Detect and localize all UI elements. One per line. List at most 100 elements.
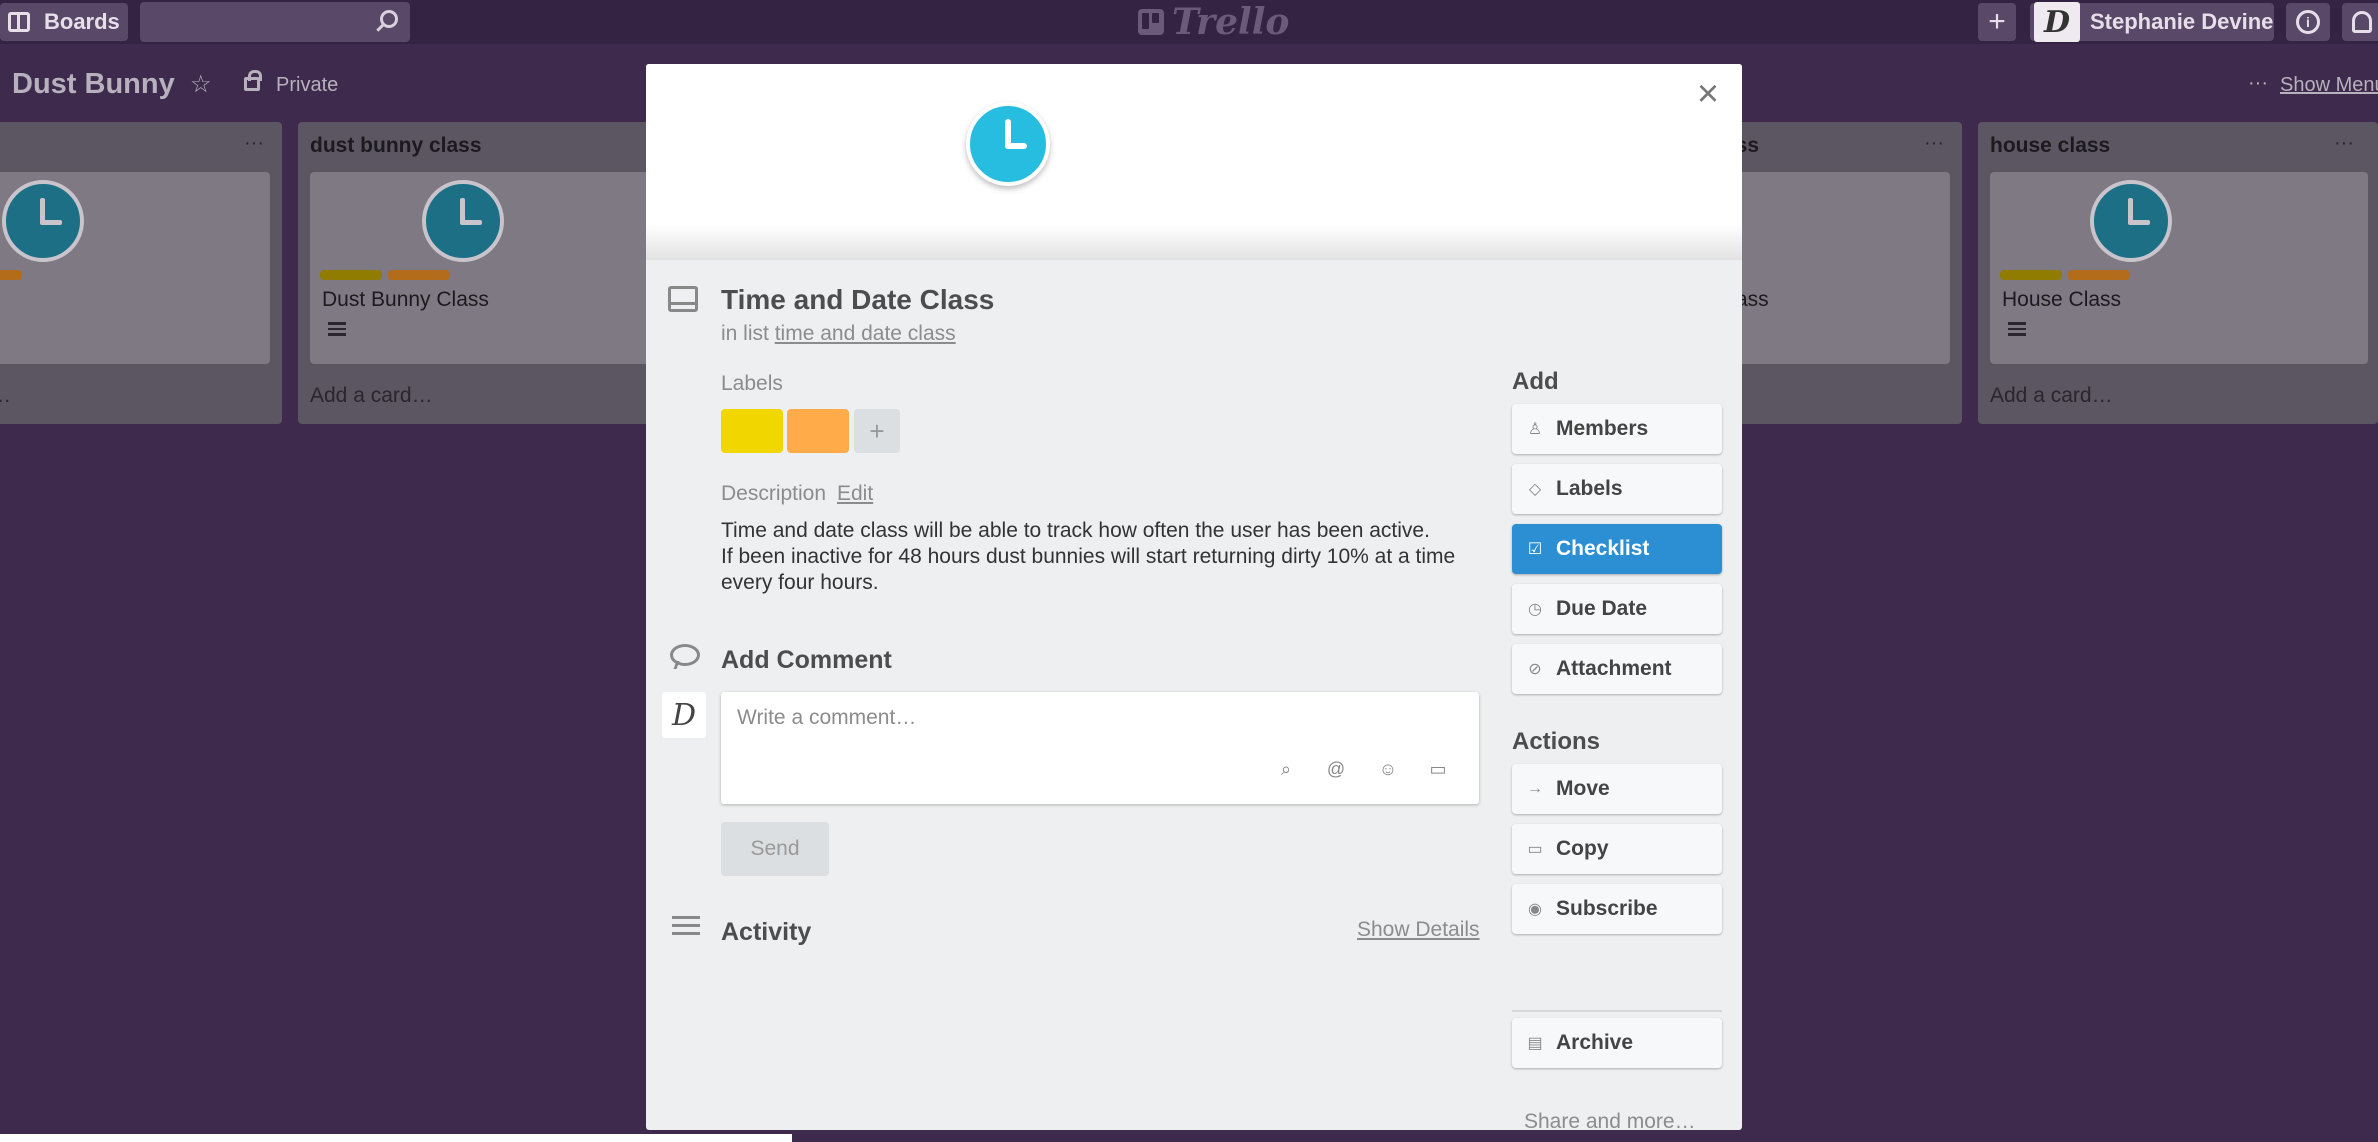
activity-heading: Activity xyxy=(721,918,812,946)
list-card[interactable]: Dust Bunny Class xyxy=(310,172,660,364)
due-date-button[interactable]: ◷ Due Date xyxy=(1512,584,1722,634)
add-label-button[interactable]: + xyxy=(854,409,900,453)
archive-label: Archive xyxy=(1556,1031,1634,1054)
labels-label: Labels xyxy=(1556,477,1623,500)
plus-icon: + xyxy=(1988,5,2006,38)
lock-icon xyxy=(244,70,262,91)
label-chip xyxy=(2000,270,2062,280)
card-cover xyxy=(646,64,1742,260)
list: dust bunny class Dust Bunny Class Add a … xyxy=(298,122,660,424)
card-title[interactable]: Time and Date Class xyxy=(721,284,994,316)
info-icon: i xyxy=(2296,10,2320,34)
mention-icon[interactable]: @ xyxy=(1325,758,1347,780)
list-card[interactable]: ass xyxy=(1712,172,1950,364)
trello-logo[interactable]: Trello xyxy=(1138,1,1290,43)
arrow-right-icon: → xyxy=(1527,780,1543,797)
subscribe-label: Subscribe xyxy=(1556,897,1658,920)
trello-logo-icon xyxy=(1138,9,1164,35)
search-icon[interactable] xyxy=(380,10,398,28)
checkbox-icon: ☑ xyxy=(1527,541,1543,558)
close-button[interactable]: × xyxy=(1686,72,1730,116)
add-heading: Add xyxy=(1512,368,1559,395)
clock-icon xyxy=(2090,180,2172,262)
attachment-icon[interactable]: ⌕ xyxy=(1275,758,1297,780)
edit-description-link[interactable]: Edit xyxy=(837,482,873,506)
description-icon xyxy=(2008,322,2026,336)
label-yellow[interactable] xyxy=(721,409,783,453)
add-comment-heading: Add Comment xyxy=(721,646,892,674)
info-button[interactable]: i xyxy=(2286,3,2330,41)
list-link[interactable]: time and date class xyxy=(775,322,956,345)
description-icon xyxy=(328,322,346,336)
card-title: Dust Bunny Class xyxy=(322,288,489,311)
star-icon[interactable]: ☆ xyxy=(190,70,212,99)
checklist-label: Checklist xyxy=(1556,537,1650,560)
label-orange[interactable] xyxy=(787,409,849,453)
attachment-button[interactable]: ⊘ Attachment xyxy=(1512,644,1722,694)
description-line: Time and date class will be able to trac… xyxy=(721,519,1430,542)
list-title[interactable]: dust bunny class xyxy=(310,134,482,158)
comment-input[interactable]: Write a comment… ⌕ @ ☺ ▭ xyxy=(721,692,1479,804)
copy-icon: ▭ xyxy=(1527,841,1543,858)
copy-button[interactable]: ▭ Copy xyxy=(1512,824,1722,874)
add-card-link[interactable]: Add a card… xyxy=(1990,384,2113,408)
label-chip xyxy=(320,270,382,280)
show-details-link[interactable]: Show Details xyxy=(1357,918,1480,942)
send-button[interactable]: Send xyxy=(721,822,829,876)
clock-icon xyxy=(422,180,504,262)
description-text[interactable]: Time and date class will be able to trac… xyxy=(721,518,1481,596)
comment-icon xyxy=(670,644,700,666)
create-button[interactable]: + xyxy=(1978,3,2016,41)
archive-button[interactable]: ▤ Archive xyxy=(1512,1018,1722,1068)
boards-icon xyxy=(8,12,30,32)
boards-label: Boards xyxy=(44,9,120,34)
description-heading: Description xyxy=(721,482,827,505)
board-menu-dots-icon[interactable]: ··· xyxy=(2248,72,2268,95)
list-menu-icon[interactable]: ··· xyxy=(244,132,264,155)
card-link-icon[interactable]: ▭ xyxy=(1427,758,1449,780)
list-menu-icon[interactable]: ··· xyxy=(2334,132,2354,155)
list-menu-icon[interactable]: ··· xyxy=(1924,132,1944,155)
clock-icon xyxy=(2,180,84,262)
board-title[interactable]: Dust Bunny xyxy=(12,68,175,101)
clock-icon xyxy=(966,102,1050,186)
share-and-more-link[interactable]: Share and more… xyxy=(1524,1110,1696,1130)
comment-placeholder: Write a comment… xyxy=(737,706,917,729)
top-bar: Boards Trello + D Stephanie Devine i xyxy=(0,0,2378,44)
description-line: If been inactive for 48 hours dust bunni… xyxy=(721,545,1456,594)
privacy-button[interactable]: Private xyxy=(276,74,338,97)
label-chip xyxy=(388,270,450,280)
list-card[interactable] xyxy=(0,172,270,364)
due-date-label: Due Date xyxy=(1556,597,1648,620)
labels-button[interactable]: ◇ Labels xyxy=(1512,464,1722,514)
emoji-icon[interactable]: ☺ xyxy=(1377,758,1399,780)
members-label: Members xyxy=(1556,417,1649,440)
checklist-button[interactable]: ☑ Checklist xyxy=(1512,524,1722,574)
labels-heading: Labels xyxy=(721,372,783,395)
divider xyxy=(1512,1010,1722,1012)
list-card[interactable]: House Class xyxy=(1990,172,2368,364)
user-menu-button[interactable]: D Stephanie Devine xyxy=(2030,2,2274,42)
copy-label: Copy xyxy=(1556,837,1609,860)
notifications-button[interactable] xyxy=(2342,3,2378,41)
person-icon: ♙ xyxy=(1527,421,1543,438)
show-menu-link[interactable]: Show Menu xyxy=(2280,74,2378,97)
bell-icon xyxy=(2352,11,2372,33)
list: ··· … xyxy=(0,122,282,424)
move-button[interactable]: → Move xyxy=(1512,764,1722,814)
paperclip-icon: ⊘ xyxy=(1528,661,1542,678)
search-input[interactable] xyxy=(140,2,410,42)
activity-icon xyxy=(672,916,700,940)
eye-icon: ◉ xyxy=(1528,901,1542,918)
horizontal-scrollbar[interactable] xyxy=(0,1134,792,1142)
boards-button[interactable]: Boards xyxy=(0,3,128,41)
list-title[interactable]: house class xyxy=(1990,134,2110,158)
members-button[interactable]: ♙ Members xyxy=(1512,404,1722,454)
add-card-link[interactable]: Add a card… xyxy=(310,384,433,408)
logo-text: Trello xyxy=(1172,1,1290,43)
add-card-link[interactable]: … xyxy=(0,384,11,408)
card-icon xyxy=(668,286,698,312)
subscribe-button[interactable]: ◉ Subscribe xyxy=(1512,884,1722,934)
actions-heading: Actions xyxy=(1512,728,1601,755)
in-list-prefix: in list xyxy=(721,322,769,345)
